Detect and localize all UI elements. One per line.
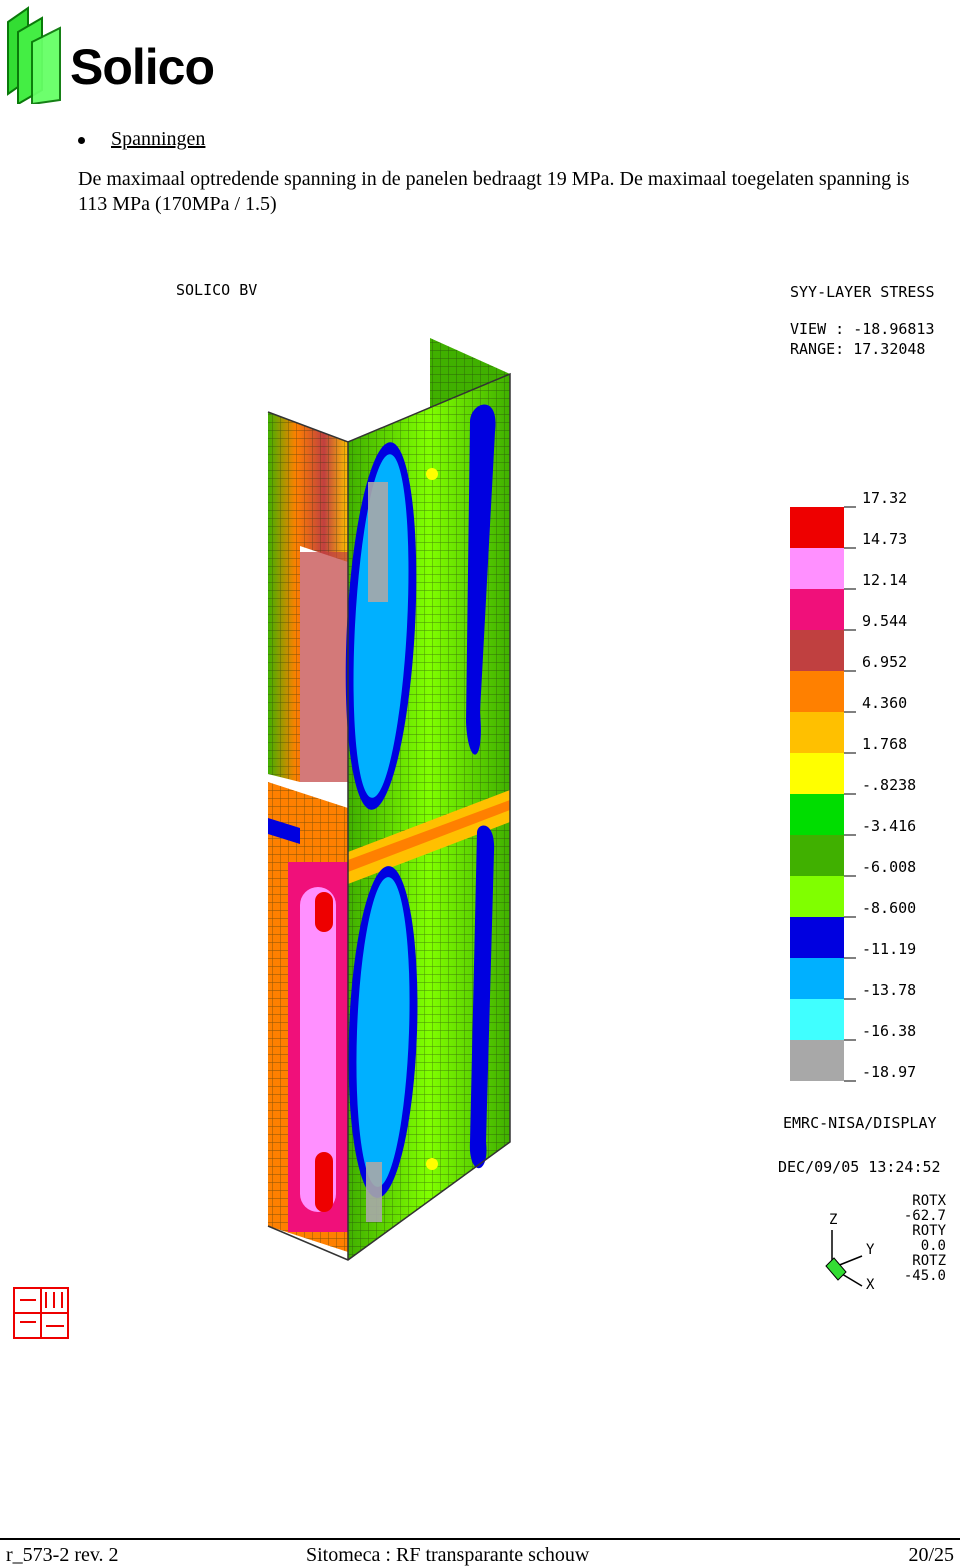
rotation-values: ROTX-62.7ROTY0.0ROTZ-45.0: [904, 1193, 947, 1284]
legend-swatch: [790, 712, 844, 753]
solico-logo: Solico: [4, 4, 244, 106]
legend-value-label: 1.768: [862, 735, 907, 753]
legend-value-label: -3.416: [862, 817, 916, 835]
section-heading: Spanningen: [78, 128, 205, 151]
fem-stress-figure: SOLICO BV SYY-LAYER STRESS VIEW : -18.96…: [0, 262, 960, 1362]
legend-value-label: -11.19: [862, 940, 916, 958]
legend-value-label: -.8238: [862, 776, 916, 794]
logo-wordmark: Solico: [70, 39, 215, 95]
legend-swatch: [790, 958, 844, 999]
legend-swatch: [790, 876, 844, 917]
company-label: SOLICO BV: [176, 281, 257, 299]
datetime-label: DEC/09/05 13:24:52: [778, 1158, 941, 1176]
axis-triad-icon: Z Y X: [825, 1212, 875, 1293]
rotation-line: ROTZ: [912, 1253, 946, 1269]
legend-value-label: -13.78: [862, 981, 916, 999]
axis-z-label: Z: [829, 1212, 837, 1228]
footer-rule: [0, 1538, 960, 1540]
rotation-line: 0.0: [921, 1238, 946, 1254]
legend-swatch: [790, 835, 844, 876]
axis-x-label: X: [866, 1277, 875, 1293]
bullet-icon: [78, 136, 85, 144]
legend-swatch: [790, 794, 844, 835]
legend-value-label: -16.38: [862, 1022, 916, 1040]
view-value: VIEW : -18.96813: [790, 320, 935, 338]
color-legend: 17.32 14.73 12.14 9.544 6.952 4.360 1.768 -.823…: [790, 489, 916, 1082]
rotation-line: ROTX: [912, 1193, 946, 1209]
legend-swatch: [790, 548, 844, 589]
legend-value-label: 4.360: [862, 694, 907, 712]
legend-swatch: [790, 671, 844, 712]
legend-value-label: 12.14: [862, 571, 907, 589]
footer-doc-id: r_573-2 rev. 2: [6, 1544, 119, 1566]
software-label: EMRC-NISA/DISPLAY: [783, 1114, 937, 1132]
legend-value-label: 9.544: [862, 612, 907, 630]
legend-value-label: -18.97: [862, 1063, 916, 1081]
legend-swatch: [790, 1040, 844, 1081]
legend-value-label: -6.008: [862, 858, 916, 876]
emrc-logo: [13, 1287, 69, 1339]
rotation-line: -62.7: [904, 1208, 946, 1224]
footer-title: Sitomeca : RF transparante schouw: [306, 1544, 590, 1566]
legend-swatch: [790, 753, 844, 794]
rotation-line: -45.0: [904, 1268, 946, 1284]
legend-value-label: 17.32: [862, 489, 907, 507]
legend-swatch: [790, 917, 844, 958]
footer-page-number: 20/25: [908, 1544, 954, 1566]
section-heading-label: Spanningen: [111, 128, 206, 150]
fem-plot-svg: SOLICO BV SYY-LAYER STRESS VIEW : -18.96…: [13, 281, 947, 1339]
legend-value-label: 6.952: [862, 653, 907, 671]
axis-y-label: Y: [866, 1242, 875, 1258]
body-paragraph: De maximaal optredende spanning in de pa…: [78, 168, 910, 215]
plot-title: SYY-LAYER STRESS: [790, 283, 935, 301]
range-value: RANGE: 17.32048: [790, 340, 925, 358]
legend-value-label: -8.600: [862, 899, 916, 917]
legend-swatch: [790, 999, 844, 1040]
legend-swatch: [790, 507, 844, 548]
legend-swatch: [790, 589, 844, 630]
logo-panels-icon: [7, 6, 61, 106]
legend-swatch: [790, 630, 844, 671]
fem-model: [267, 338, 511, 1261]
rotation-line: ROTY: [912, 1223, 946, 1239]
legend-value-label: 14.73: [862, 530, 907, 548]
